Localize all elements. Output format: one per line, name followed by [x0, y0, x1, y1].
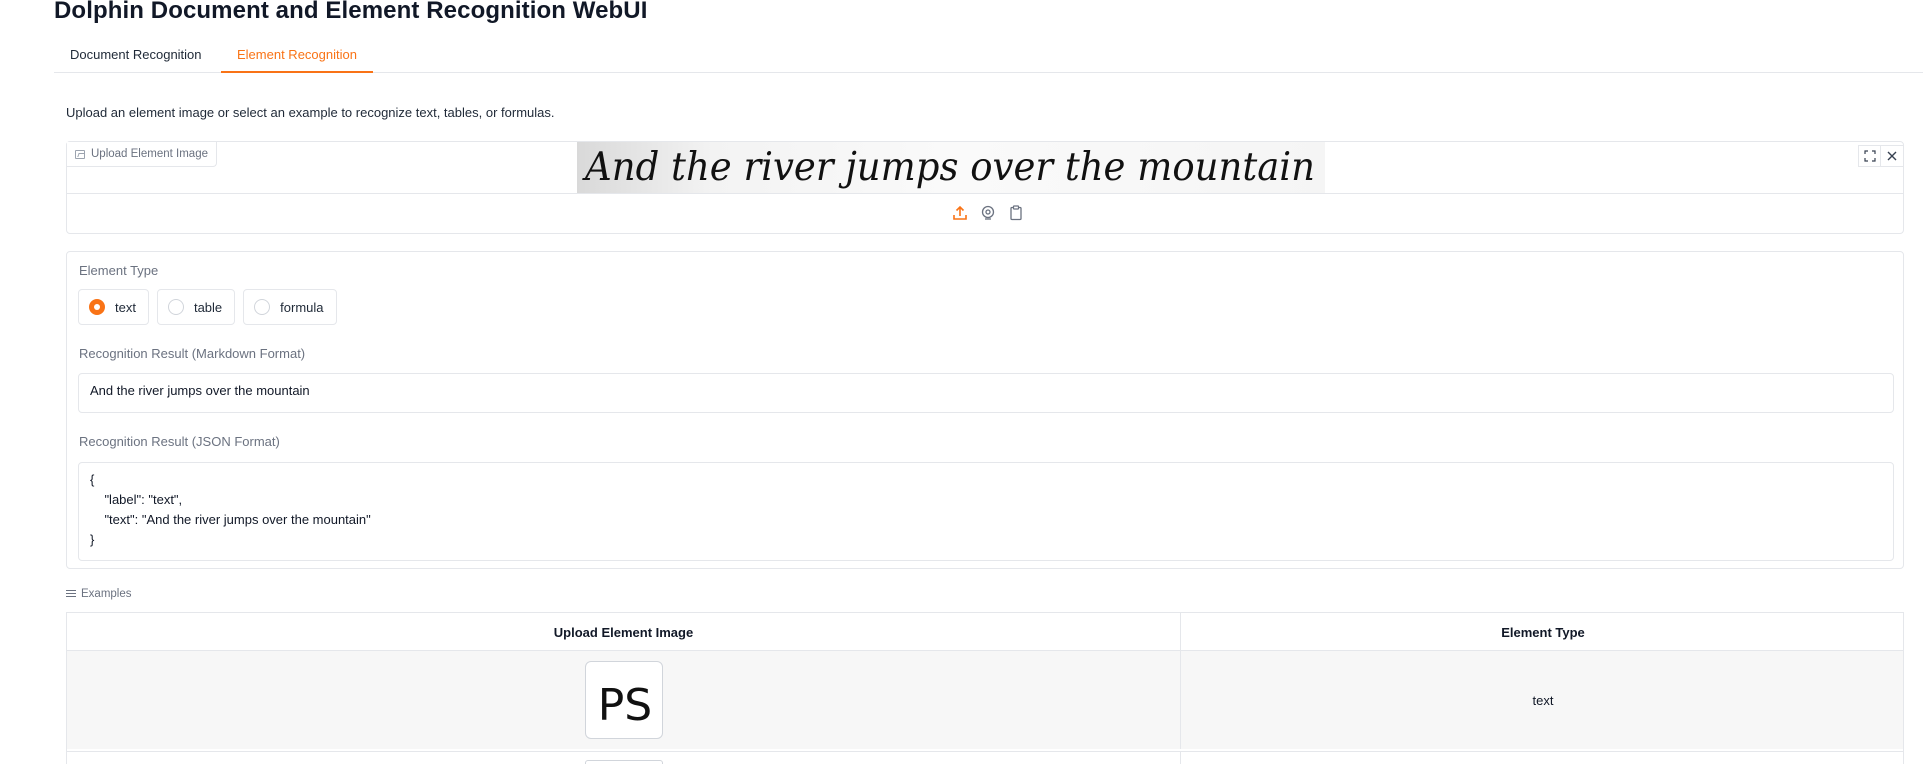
image-icon: [75, 149, 85, 159]
radio-unchecked-icon: [167, 299, 184, 315]
example-type-cell: [1181, 752, 1903, 764]
upload-label: Upload Element Image: [67, 142, 217, 167]
json-result-textbox[interactable]: { "label": "text", "text": "And the rive…: [78, 462, 1894, 561]
radio-unchecked-icon: [254, 299, 271, 315]
examples-table-header: Upload Element Image Element Type: [67, 613, 1903, 651]
fullscreen-icon: [1864, 150, 1876, 162]
radio-text-label: text: [115, 299, 136, 315]
element-type-label: Element Type: [79, 263, 159, 278]
example-thumbnail-text: PS: [597, 680, 651, 731]
recognition-settings-panel: Element Type text table formula Recognit…: [66, 251, 1904, 569]
clipboard-button[interactable]: [1007, 204, 1025, 222]
app-title: Dolphin Document and Element Recognition…: [54, 0, 648, 24]
example-thumbnail: PS: [584, 661, 663, 739]
upload-button[interactable]: [951, 204, 969, 222]
uploaded-image-preview: And the river jumps over the mountain: [577, 142, 1325, 193]
tab-element-recognition[interactable]: Element Recognition: [221, 46, 373, 73]
examples-header: Examples: [66, 588, 132, 600]
example-image-cell: [67, 752, 1181, 764]
example-row[interactable]: [67, 751, 1903, 764]
webcam-icon: [981, 205, 995, 220]
webcam-button[interactable]: [979, 204, 997, 222]
clipboard-icon: [1010, 205, 1022, 221]
handwriting-text: And the river jumps over the mountain: [582, 145, 1315, 190]
list-icon: [66, 590, 76, 598]
examples-label: Examples: [81, 588, 132, 600]
handwriting-image: And the river jumps over the mountain: [582, 145, 1315, 190]
examples-table: Upload Element Image Element Type PS tex…: [66, 612, 1904, 764]
upload-label-text: Upload Element Image: [91, 148, 208, 160]
upload-source-toolbar: [951, 204, 1025, 222]
tab-bar: Document Recognition Element Recognition: [54, 40, 1923, 73]
markdown-result-textbox[interactable]: And the river jumps over the mountain: [78, 373, 1894, 413]
markdown-result-label: Recognition Result (Markdown Format): [79, 346, 306, 361]
radio-table[interactable]: table: [156, 289, 236, 325]
column-header-type: Element Type: [1501, 624, 1585, 640]
close-icon: [1887, 151, 1897, 161]
page-description: Upload an element image or select an exa…: [66, 105, 555, 120]
radio-text[interactable]: text: [78, 289, 149, 325]
example-type-cell: text: [1532, 692, 1554, 708]
radio-formula[interactable]: formula: [243, 289, 337, 325]
fullscreen-button[interactable]: [1858, 145, 1882, 167]
example-image-cell: PS: [67, 651, 1181, 749]
clear-image-button[interactable]: [1880, 145, 1904, 167]
radio-table-label: table: [193, 299, 223, 315]
upload-element-image[interactable]: Upload Element Image And the river jumps…: [66, 141, 1904, 234]
example-row[interactable]: PS text: [67, 651, 1903, 749]
upload-icon: [953, 205, 967, 220]
radio-formula-label: formula: [280, 299, 324, 315]
example-thumbnail-image: PS: [597, 680, 651, 731]
json-result-label: Recognition Result (JSON Format): [79, 434, 280, 449]
element-type-radio-group: text table formula: [78, 289, 337, 325]
tab-document-recognition[interactable]: Document Recognition: [54, 46, 218, 73]
preview-divider: [67, 193, 1903, 194]
radio-checked-icon: [89, 299, 105, 315]
example-thumbnail: [584, 760, 663, 764]
column-header-image: Upload Element Image: [67, 613, 1181, 651]
